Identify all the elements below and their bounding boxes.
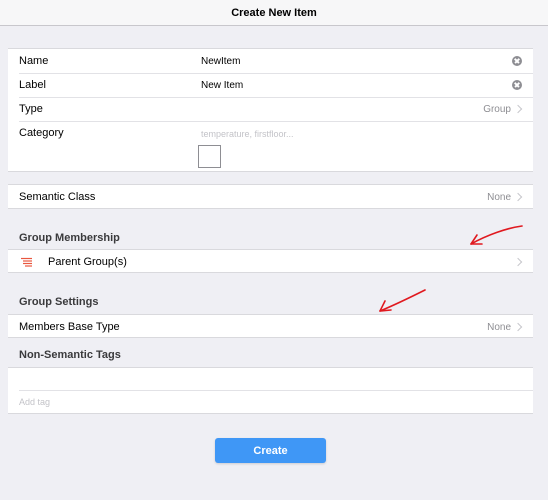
parent-groups-row[interactable]: Parent Group(s) — [8, 250, 533, 274]
clear-label-icon[interactable] — [512, 80, 522, 90]
parent-groups-label: Parent Group(s) — [48, 256, 127, 268]
group-membership-list: Parent Group(s) — [8, 249, 533, 273]
group-list-icon — [21, 257, 32, 267]
add-tag-input[interactable]: Add tag — [19, 397, 50, 407]
label-label: Label — [19, 79, 46, 91]
chevron-right-icon — [513, 322, 523, 332]
members-base-type-value: None — [487, 321, 511, 333]
create-button[interactable]: Create — [215, 438, 326, 463]
semantic-class-list: Semantic Class None — [8, 184, 533, 209]
group-settings-list: Members Base Type None — [8, 314, 533, 338]
annotation-arrow-icon — [379, 289, 426, 312]
category-label: Category — [19, 127, 64, 139]
category-icon-preview[interactable] — [198, 145, 221, 168]
add-tag-row[interactable]: Add tag — [8, 390, 533, 414]
name-row[interactable]: Name NewItem — [8, 49, 533, 73]
category-input[interactable]: temperature, firstfloor... — [201, 129, 294, 139]
type-label: Type — [19, 103, 43, 115]
semantic-class-row[interactable]: Semantic Class None — [8, 185, 533, 209]
members-base-type-row[interactable]: Members Base Type None — [8, 315, 533, 339]
page-title: Create New Item — [231, 6, 317, 19]
non-semantic-tags-title: Non-Semantic Tags — [19, 349, 121, 361]
semantic-class-value: None — [487, 191, 511, 203]
category-row[interactable]: Category temperature, firstfloor... — [8, 121, 533, 173]
chevron-right-icon — [513, 257, 523, 267]
group-settings-title: Group Settings — [19, 296, 99, 308]
name-label: Name — [19, 55, 49, 67]
label-row[interactable]: Label New Item — [8, 73, 533, 97]
type-row[interactable]: Type Group — [8, 97, 533, 121]
group-membership-title: Group Membership — [19, 232, 120, 244]
item-details-list: Name NewItem Label New Item Type Group C… — [8, 48, 533, 172]
members-base-type-label: Members Base Type — [19, 321, 120, 333]
tags-list: Add tag — [8, 367, 533, 414]
chevron-right-icon — [513, 104, 523, 114]
clear-name-icon[interactable] — [512, 56, 522, 66]
type-value: Group — [483, 103, 511, 115]
chevron-right-icon — [513, 192, 523, 202]
semantic-class-label: Semantic Class — [19, 191, 96, 203]
name-input[interactable]: NewItem — [201, 56, 240, 67]
annotation-arrow-icon — [470, 225, 523, 245]
tags-chip-area — [8, 368, 533, 390]
label-input[interactable]: New Item — [201, 80, 243, 91]
navbar: Create New Item — [0, 0, 548, 26]
